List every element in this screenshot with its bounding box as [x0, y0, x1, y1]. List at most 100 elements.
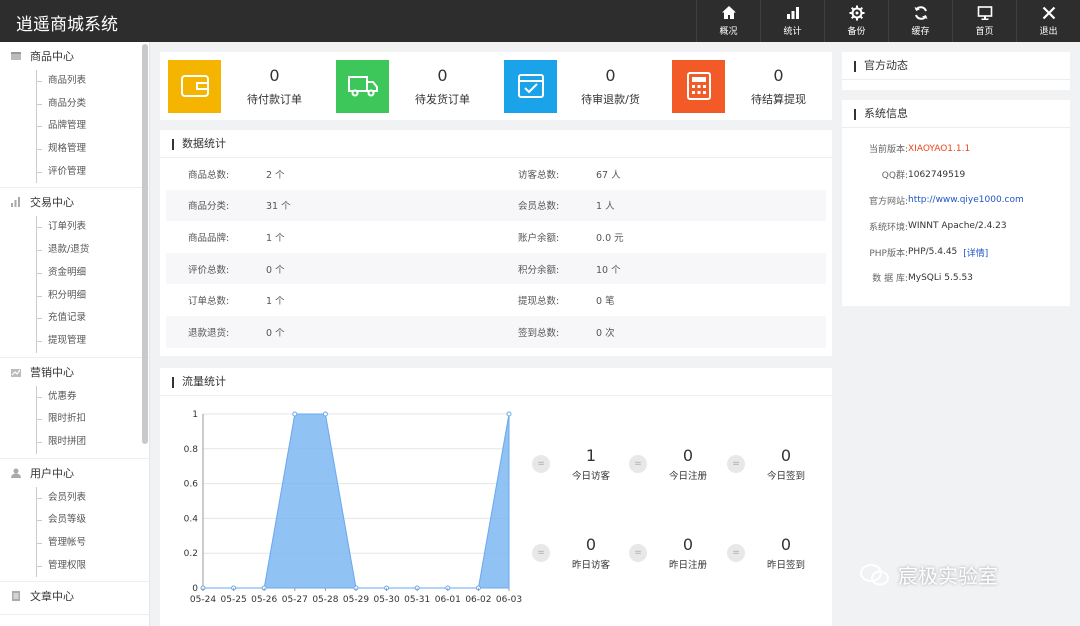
- sidebar-group-header[interactable]: 用户中心: [0, 459, 149, 487]
- wallet-icon: [180, 75, 209, 97]
- stat-key: 退款退货:: [188, 327, 230, 339]
- traffic-chart: 0 0.2 0.4 0.6 0.8 1 05-24 05-25 05-26 05-27 05-28 0…: [184, 410, 522, 605]
- stat-value: 0: [269, 65, 280, 85]
- stat-key: 提现总数:: [518, 296, 560, 308]
- data-point: [322, 411, 328, 417]
- bar-chart-icon: [786, 7, 799, 19]
- info-row: 官方网站: http://www.qiye1000.com: [842, 188, 1070, 214]
- nav-label: 统计: [783, 27, 802, 37]
- stat-pending-refund[interactable]: 0 待审退款/货: [496, 52, 664, 120]
- sidebar-item-admin-permissions[interactable]: 管理权限: [0, 554, 149, 578]
- sidebar-item-orders[interactable]: 订单列表: [0, 216, 149, 239]
- stat-value: 0: [773, 65, 784, 85]
- data-stats-panel: 数据统计 商品总数: 2 个 访客总数: 67 人 商品分类: 31 个 会员总数: 1…: [160, 130, 832, 356]
- x-tick-label: 05-26: [251, 595, 277, 605]
- info-key: 当前版本:: [868, 145, 908, 156]
- stat-val: 1 个: [266, 296, 285, 308]
- sidebar-scrollbar[interactable]: [142, 44, 148, 444]
- metric-value: 0: [585, 535, 597, 554]
- sidebar-group-trade: 交易中心 订单列表 退款/退货 资金明细 积分明细 充值记录 提现管理: [0, 188, 149, 358]
- info-website-link[interactable]: http://www.qiye1000.com: [908, 195, 1024, 205]
- metric-label: 今日注册: [668, 471, 707, 482]
- metric-value: 0: [682, 535, 694, 554]
- x-tick-label: 06-01: [435, 595, 461, 605]
- equal-icon: =: [532, 544, 550, 562]
- sidebar-item-group-buy[interactable]: 限时拼团: [0, 430, 149, 454]
- sidebar-group-header[interactable]: 交易中心: [0, 188, 149, 216]
- sidebar-item-recharge[interactable]: 充值记录: [0, 307, 149, 330]
- top-bar: 逍遥商城系统 概况 统计 备份 缓存 首页 退出: [0, 0, 1080, 42]
- official-news-panel: 官方动态: [842, 52, 1070, 90]
- stat-pending-settlement[interactable]: 0 待结算提现: [664, 52, 832, 120]
- stat-icon-box: [168, 59, 221, 113]
- x-tick-label: 05-30: [374, 595, 400, 605]
- nav-overview[interactable]: 概况: [696, 0, 760, 42]
- today-registrations: = 0 今日注册: [629, 446, 723, 482]
- sidebar-group-header[interactable]: 商品中心: [0, 42, 149, 70]
- sidebar-item-funds[interactable]: 资金明细: [0, 261, 149, 285]
- php-details-link[interactable]: [详情]: [963, 246, 988, 259]
- equal-icon: =: [629, 544, 647, 562]
- x-tick-label: 06-02: [465, 595, 491, 605]
- sidebar-item-review[interactable]: 评价管理: [0, 160, 149, 184]
- sidebar-item-goods-category[interactable]: 商品分类: [0, 92, 149, 116]
- sidebar-item-withdraw[interactable]: 提现管理: [0, 329, 149, 353]
- stat-val: 0.0 元: [596, 232, 624, 244]
- info-row: PHP版本: PHP/5.4.45 [详情]: [842, 239, 1070, 265]
- panel-title: 数据统计: [182, 137, 226, 150]
- equal-icon: =: [727, 455, 745, 473]
- x-tick-label: 05-24: [190, 595, 216, 605]
- info-key: PHP版本:: [869, 248, 908, 259]
- stat-key: 账户余额:: [518, 232, 560, 244]
- info-row: QQ群: 1062749519: [842, 162, 1070, 188]
- stat-icon-box: [504, 59, 557, 113]
- stat-val: 0 个: [266, 327, 285, 339]
- nav-homepage[interactable]: 首页: [952, 0, 1016, 42]
- metric-label: 昨日签到: [766, 560, 805, 571]
- stat-pending-payment[interactable]: 0 待付款订单: [160, 52, 328, 120]
- stat-key: 访客总数:: [518, 169, 560, 181]
- nav-backup[interactable]: 备份: [824, 0, 888, 42]
- sidebar-item-members[interactable]: 会员列表: [0, 486, 149, 510]
- nav-cache[interactable]: 缓存: [888, 0, 952, 42]
- sidebar-item-brand[interactable]: 品牌管理: [0, 115, 149, 138]
- stat-pending-shipment[interactable]: 0 待发货订单: [328, 52, 496, 120]
- sidebar-group-articles: 文章中心: [0, 582, 149, 616]
- yesterday-signins: = 0 昨日签到: [727, 535, 821, 571]
- nav-stats[interactable]: 统计: [760, 0, 824, 42]
- stat-val: 2 个: [266, 169, 285, 181]
- table-row: 商品总数: 2 个 访客总数: 67 人: [166, 158, 826, 190]
- nav-logout[interactable]: 退出: [1016, 0, 1080, 42]
- sidebar-item-points[interactable]: 积分明细: [0, 284, 149, 308]
- sidebar-item-flash-discount[interactable]: 限时折扣: [0, 408, 149, 431]
- y-tick-label: 0.6: [184, 480, 199, 490]
- info-row: 当前版本: XIAOYAO1.1.1: [842, 136, 1070, 162]
- sidebar-item-refund[interactable]: 退款/退货: [0, 239, 149, 262]
- y-tick-label: 0.4: [184, 514, 199, 524]
- sidebar-item-goods-list[interactable]: 商品列表: [0, 70, 149, 93]
- system-info-panel: 系统信息 当前版本: XIAOYAO1.1.1 QQ群: 1062749519 官方…: [842, 100, 1070, 306]
- app-title: 逍遥商城系统: [16, 15, 118, 35]
- stat-key: 签到总数:: [518, 327, 560, 339]
- sidebar-group-title: 商品中心: [30, 50, 74, 63]
- sidebar-group-header[interactable]: 营销中心: [0, 358, 149, 386]
- today-signins: = 0 今日签到: [727, 446, 821, 482]
- flow-stats-panel: 流量统计 0 0.2 0.4 0.6 0.8 1 05-24 05-25 05-26 05-27 0…: [160, 368, 832, 626]
- stat-val: 0 笔: [596, 296, 615, 308]
- x-tick-label: 05-27: [282, 595, 308, 605]
- stat-icon-box: [672, 59, 725, 113]
- sidebar-group-header[interactable]: 文章中心: [0, 582, 149, 610]
- sidebar-item-member-level[interactable]: 会员等级: [0, 509, 149, 532]
- panel-header: 系统信息: [842, 100, 1070, 128]
- stat-label: 待发货订单: [415, 92, 470, 106]
- info-version: XIAOYAO1.1.1: [908, 143, 971, 154]
- stat-val: 1 人: [596, 201, 615, 213]
- sidebar-item-spec[interactable]: 规格管理: [0, 138, 149, 161]
- stat-key: 评价总数:: [188, 264, 230, 276]
- info-row: 系统环境: WINNT Apache/2.4.23: [842, 213, 1070, 239]
- stat-value: 0: [605, 65, 616, 85]
- sidebar-item-admin-accounts[interactable]: 管理帐号: [0, 532, 149, 555]
- stat-key: 积分余额:: [518, 264, 560, 276]
- sidebar-item-coupon[interactable]: 优惠券: [0, 385, 149, 409]
- panel-title: 官方动态: [864, 59, 908, 72]
